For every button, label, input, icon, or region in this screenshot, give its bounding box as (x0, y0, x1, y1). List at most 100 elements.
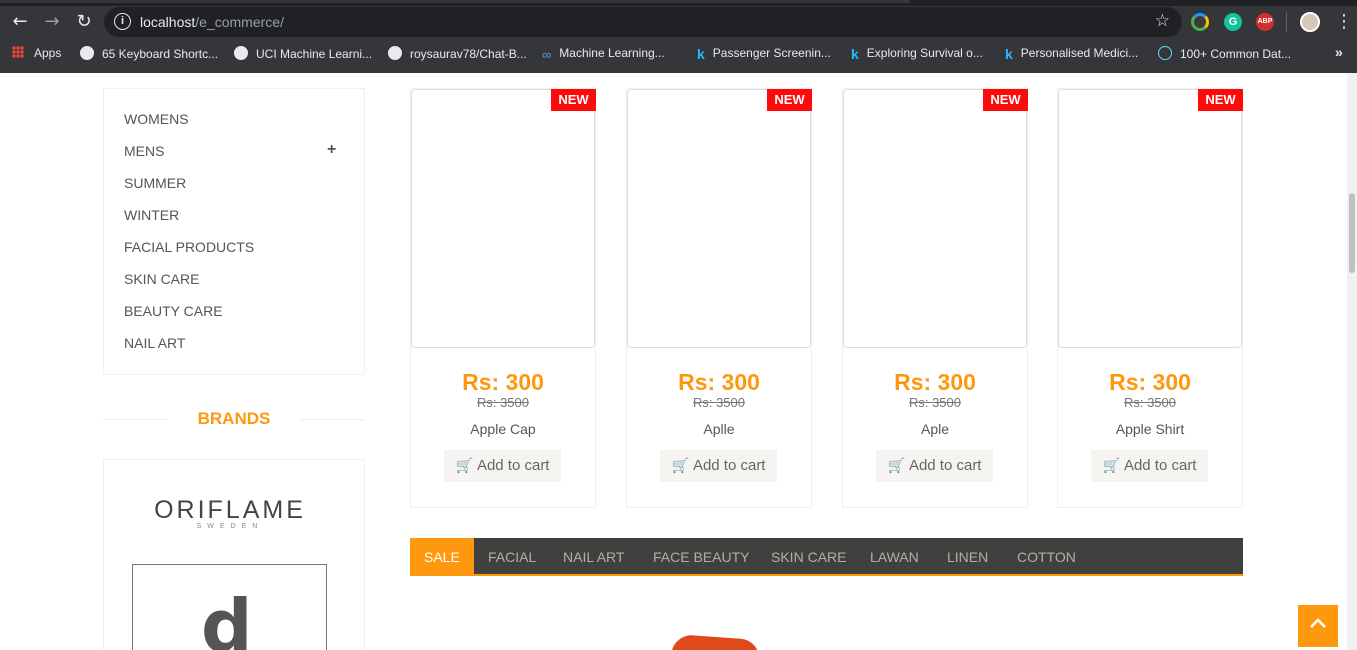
scroll-to-top-button[interactable] (1298, 605, 1338, 647)
url-text[interactable]: localhost/e_commerce/ (140, 14, 284, 30)
product-price: Rs: 300 (894, 369, 976, 395)
add-to-cart-label: Add to cart (908, 457, 982, 474)
tab-nail-art[interactable]: NAIL ART (549, 538, 638, 576)
new-badge: NEW (1198, 89, 1243, 111)
product-image[interactable] (411, 89, 595, 348)
brands-panel: ORIFLAME SWEDEN d (103, 459, 365, 650)
cart-icon: 🛒 (887, 458, 905, 474)
tab-cotton[interactable]: COTTON (1003, 538, 1090, 576)
bookmark-label: Personalised Medici... (1020, 46, 1139, 60)
react-icon (1158, 46, 1172, 60)
reload-icon[interactable]: ↻ (74, 12, 94, 32)
tab-linen[interactable]: LINEN (933, 538, 1002, 576)
bookmark-label: Exploring Survival o... (866, 46, 983, 60)
product-card: NEW Rs: 300 Rs: 3500 Apple Shirt 🛒 Add to… (1057, 88, 1243, 508)
tab-facial[interactable]: FACIAL (474, 538, 550, 576)
add-to-cart-button[interactable]: 🛒 Add to cart (444, 450, 561, 482)
product-name[interactable]: Apple Cap (411, 421, 595, 437)
product-image[interactable] (1058, 89, 1242, 348)
info-icon[interactable]: i (114, 13, 131, 30)
url-path: /e_commerce/ (195, 14, 284, 30)
tab-strip (0, 0, 1357, 6)
product-image-peek (671, 633, 761, 650)
category-winter[interactable]: WINTER (124, 207, 179, 223)
add-to-cart-button[interactable]: 🛒 Add to cart (876, 450, 993, 482)
infinity-icon: ∞ (542, 47, 552, 62)
new-badge: NEW (551, 89, 596, 111)
adblock-icon[interactable]: ABP (1256, 13, 1274, 31)
product-old-price: Rs: 3500 (476, 395, 530, 410)
bookmarks-overflow-icon[interactable]: » (1335, 44, 1343, 60)
divider (300, 419, 365, 420)
browser-menu-icon[interactable]: ⋮ (1335, 12, 1353, 32)
category-beauty-care[interactable]: BEAUTY CARE (124, 303, 223, 319)
product-name[interactable]: Apple Shirt (1058, 421, 1242, 437)
brands-title: BRANDS (197, 409, 271, 428)
scrollbar-thumb[interactable] (1349, 193, 1355, 273)
bookmark-item[interactable]: roysaurav78/Chat-B... (388, 46, 527, 61)
expand-plus-icon[interactable]: + (327, 141, 336, 159)
brand-logo-frame[interactable]: d (132, 564, 327, 650)
category-facial-products[interactable]: FACIAL PRODUCTS (124, 239, 254, 255)
bookmark-label: Machine Learning... (559, 46, 665, 60)
bookmark-item[interactable]: ∞ Machine Learning... (542, 46, 665, 62)
bookmark-item[interactable]: 65 Keyboard Shortc... (80, 46, 218, 61)
product-name[interactable]: Aplle (627, 421, 811, 437)
back-arrow-icon[interactable]: ← (10, 12, 30, 32)
bookmark-label: roysaurav78/Chat-B... (410, 47, 527, 61)
grammarly-icon[interactable]: G (1224, 13, 1242, 31)
product-price: Rs: 300 (678, 369, 760, 395)
product-old-price: Rs: 3500 (908, 395, 962, 410)
extension-icon[interactable] (1191, 13, 1209, 31)
kaggle-icon: k (851, 46, 859, 62)
product-old-price: Rs: 3500 (1123, 395, 1177, 410)
category-skin-care[interactable]: SKIN CARE (124, 271, 199, 287)
bookmark-label: 100+ Common Dat... (1180, 47, 1292, 61)
new-badge: NEW (983, 89, 1028, 111)
toolbar-divider (1286, 12, 1287, 32)
product-name[interactable]: Aple (843, 421, 1027, 437)
tab-face-beauty[interactable]: FACE BEAUTY (639, 538, 763, 576)
bookmark-star-icon[interactable]: ☆ (1155, 11, 1170, 31)
product-image[interactable] (627, 89, 811, 348)
browser-chrome: ← → ↻ i localhost/e_commerce/ ☆ G ABP ⋮ … (0, 0, 1357, 73)
github-icon (388, 46, 402, 60)
category-nail-art[interactable]: NAIL ART (124, 335, 185, 351)
category-mens[interactable]: MENS (124, 143, 164, 159)
apps-grid-icon (12, 46, 24, 58)
address-bar[interactable]: i localhost/e_commerce/ ☆ (104, 7, 1182, 37)
bookmark-item[interactable]: UCI Machine Learni... (234, 46, 372, 61)
oriflame-logo[interactable]: ORIFLAME SWEDEN (148, 496, 312, 530)
bookmark-apps[interactable]: Apps (12, 46, 61, 60)
url-host: localhost (140, 14, 196, 30)
bookmark-item[interactable]: 100+ Common Dat... (1158, 46, 1291, 61)
bookmarks-bar: Apps 65 Keyboard Shortc... UCI Machine L… (0, 42, 1357, 66)
bookmark-item[interactable]: k Exploring Survival o... (851, 46, 983, 62)
cart-icon: 🛒 (1102, 458, 1120, 474)
category-womens[interactable]: WOMENS (124, 111, 189, 127)
cart-icon: 🛒 (455, 458, 473, 474)
profile-avatar[interactable] (1300, 12, 1320, 32)
add-to-cart-label: Add to cart (1123, 457, 1197, 474)
product-card: NEW Rs: 300 Rs: 3500 Aplle 🛒 Add to cart (626, 88, 812, 508)
add-to-cart-label: Add to cart (476, 457, 550, 474)
cart-icon: 🛒 (671, 458, 689, 474)
forward-arrow-icon[interactable]: → (42, 12, 62, 32)
tab-sale[interactable]: SALE (410, 538, 474, 576)
category-list: WOMENS MENS + SUMMER WINTER FACIAL PRODU… (103, 88, 365, 375)
brands-heading: BRANDS (103, 409, 365, 429)
tab-lawan[interactable]: LAWAN (856, 538, 933, 576)
product-card: NEW Rs: 300 Rs: 3500 Apple Cap 🛒 Add to c… (410, 88, 596, 508)
add-to-cart-button[interactable]: 🛒 Add to cart (1091, 450, 1208, 482)
category-tabs: SALE FACIAL NAIL ART FACE BEAUTY SKIN CA… (410, 538, 1243, 576)
product-price: Rs: 300 (1109, 369, 1191, 395)
bookmark-item[interactable]: k Passenger Screenin... (697, 46, 831, 62)
divider (103, 419, 168, 420)
bookmark-item[interactable]: k Personalised Medici... (1005, 46, 1138, 62)
new-badge: NEW (767, 89, 812, 111)
product-image[interactable] (843, 89, 1027, 348)
add-to-cart-button[interactable]: 🛒 Add to cart (660, 450, 777, 482)
tab-skin-care[interactable]: SKIN CARE (757, 538, 860, 576)
page-scrollbar[interactable] (1347, 73, 1357, 650)
category-summer[interactable]: SUMMER (124, 175, 186, 191)
